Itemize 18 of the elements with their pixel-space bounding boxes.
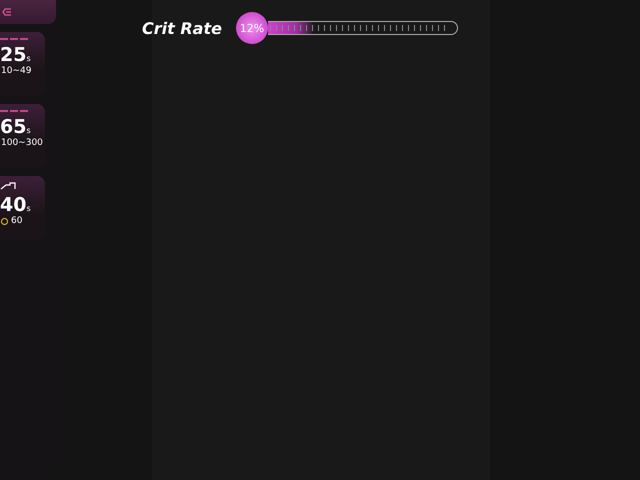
step-chart-icon [0,182,16,190]
slider-track[interactable] [268,21,458,35]
dash-line-icon [0,110,30,112]
coin-icon [1,218,8,224]
stat-value: 25 [0,44,26,66]
stat-range: 10~49 [1,66,32,76]
stat-card[interactable]: 25s 10~49 [0,32,45,96]
stat-range: 100~300 [1,138,43,148]
dash-line-icon [0,38,30,40]
stat-card[interactable]: 40s 60 [0,176,45,240]
stat-range: 60 [11,216,22,226]
stat-value: 40 [0,194,26,216]
stat-card[interactable]: 65s 100~300 [0,104,45,168]
stat-unit: s [26,54,31,63]
stat-unit: s [26,204,31,213]
stat-value: 65 [0,116,26,138]
slider-label: Crit Rate [142,18,222,38]
stat-unit: s [26,126,31,135]
